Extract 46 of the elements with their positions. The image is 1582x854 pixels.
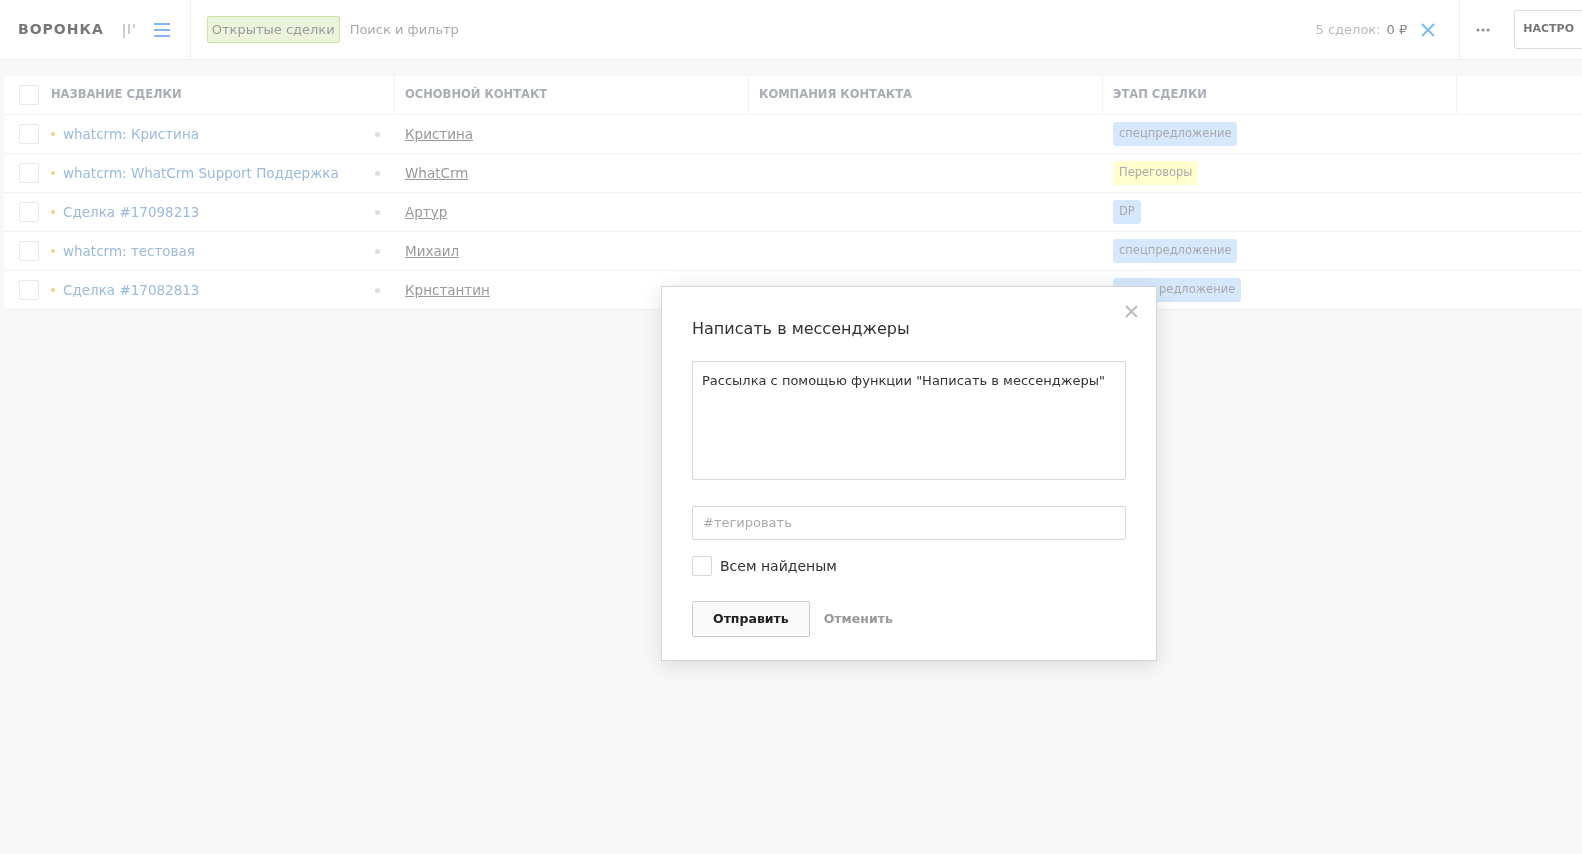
status-dot bbox=[375, 131, 380, 137]
status-dot bbox=[51, 171, 55, 175]
deal-sum: 0 ₽ bbox=[1386, 20, 1408, 39]
tag-field[interactable]: #тегировать bbox=[692, 505, 1126, 540]
send-button[interactable]: Отправить bbox=[692, 600, 810, 638]
column-header[interactable]: НАЗВАНИЕ СДЕЛКИ bbox=[51, 86, 182, 104]
pipeline-view-icon[interactable] bbox=[121, 21, 138, 38]
close-icon[interactable] bbox=[1125, 305, 1138, 318]
column-header[interactable]: ЭТАП СДЕЛКИ bbox=[1113, 86, 1207, 104]
deal-link[interactable]: whatcrm: тестовая bbox=[63, 240, 195, 262]
deal-link[interactable]: whatcrm: Кристина bbox=[63, 123, 199, 145]
list-view-icon[interactable] bbox=[153, 22, 170, 37]
deal-link[interactable]: Сделка #17098213 bbox=[63, 201, 200, 223]
status-dot bbox=[375, 209, 380, 215]
deal-link[interactable]: Сделка #17082813 bbox=[63, 279, 200, 301]
checkbox[interactable] bbox=[692, 556, 712, 576]
contact-link[interactable]: Крнстантин bbox=[405, 279, 490, 301]
status-dot bbox=[51, 288, 55, 292]
status-dot bbox=[375, 287, 380, 293]
deal-link[interactable]: whatcrm: WhatCrm Support Поддержка bbox=[63, 162, 339, 184]
status-dot bbox=[51, 210, 55, 214]
status-dot bbox=[375, 248, 380, 254]
contact-link[interactable]: Артур bbox=[405, 201, 448, 223]
column-header[interactable]: КОМПАНИЯ КОНТАКТА bbox=[759, 86, 912, 104]
dialog-title: Написать в мессенджеры bbox=[692, 318, 911, 340]
contact-link[interactable]: Михаил bbox=[405, 240, 460, 262]
filter-tag[interactable]: Открытые сделки bbox=[206, 15, 340, 44]
search-field[interactable]: Поиск и фильтр bbox=[347, 18, 948, 41]
status-dot bbox=[51, 132, 55, 136]
cancel-button[interactable]: Отменить bbox=[817, 608, 899, 630]
status-dot bbox=[375, 170, 380, 176]
more-icon[interactable] bbox=[1476, 27, 1491, 32]
status-dot bbox=[51, 249, 55, 253]
stage-tag: спецпредложение bbox=[1113, 122, 1238, 146]
deal-count: 5 сделок: bbox=[1315, 20, 1381, 39]
stage-tag: DP bbox=[1113, 200, 1141, 224]
contact-link[interactable]: WhatCrm bbox=[405, 162, 469, 184]
close-icon[interactable] bbox=[1421, 22, 1436, 37]
column-header[interactable]: ОСНОВНОЙ КОНТАКТ bbox=[405, 86, 548, 104]
stage-tag: Переговоры bbox=[1113, 161, 1199, 185]
message-field[interactable]: Рассылка с помощью функции "Написать в мессенджеры" bbox=[692, 361, 1126, 480]
contact-link[interactable]: Кристина bbox=[405, 123, 474, 145]
stage-tag: спецпредложение bbox=[1113, 239, 1238, 263]
settings-button[interactable]: НАСТРО bbox=[1514, 10, 1582, 49]
page-title: ВОРОНКА bbox=[17, 20, 105, 39]
checkbox-label: Всем найденым bbox=[720, 556, 837, 576]
